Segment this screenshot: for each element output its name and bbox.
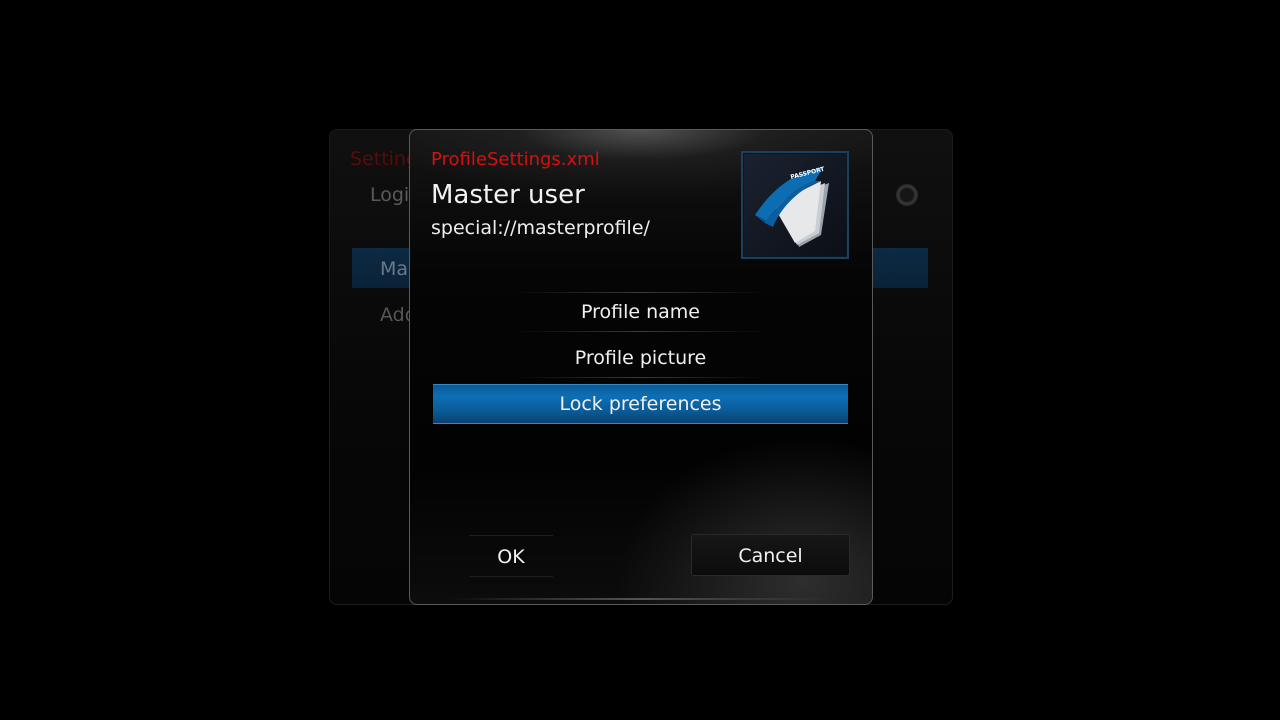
screen: Settings - Profiles Login screen Master … xyxy=(0,0,1280,720)
login-screen-toggle[interactable] xyxy=(896,184,918,206)
menu-item-profile-name[interactable]: Profile name xyxy=(433,292,848,332)
menu-separator xyxy=(513,292,768,293)
dialog-title: Master user xyxy=(431,180,585,210)
dialog-filename: ProfileSettings.xml xyxy=(431,149,600,170)
dialog-bottom-divider xyxy=(450,598,832,600)
ok-button[interactable]: OK xyxy=(469,535,553,577)
menu-separator xyxy=(513,331,768,332)
passport-icon: PASSPORT xyxy=(755,166,829,247)
profile-settings-dialog: ProfileSettings.xml Master user special:… xyxy=(409,129,873,605)
menu-item-label: Lock preferences xyxy=(559,393,722,415)
menu-separator xyxy=(513,377,768,378)
dialog-profile-path: special://masterprofile/ xyxy=(431,217,650,239)
menu-item-label: Profile name xyxy=(580,301,700,323)
menu-item-label: Profile picture xyxy=(574,347,707,369)
menu-item-profile-picture[interactable]: Profile picture xyxy=(433,338,848,378)
cancel-button[interactable]: Cancel xyxy=(691,534,850,576)
profile-thumbnail: PASSPORT xyxy=(741,151,849,259)
menu-item-lock-preferences[interactable]: Lock preferences xyxy=(433,384,848,424)
